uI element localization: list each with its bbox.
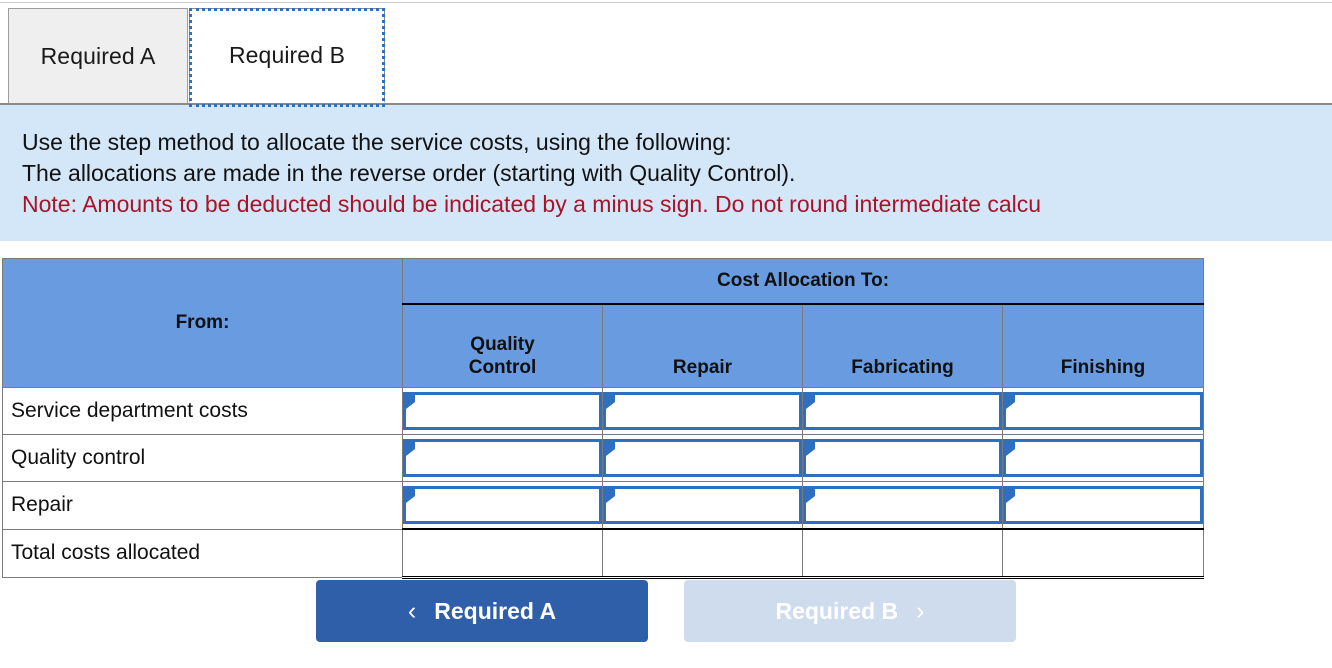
tab-required-b-label: Required B xyxy=(228,41,346,68)
header-quality-control: Quality Control xyxy=(402,303,603,388)
input-field[interactable] xyxy=(603,486,802,524)
cell-quality-control-repair[interactable] xyxy=(602,434,803,482)
next-required-b-button[interactable]: Required B › xyxy=(684,580,1016,642)
input-field[interactable] xyxy=(403,439,602,477)
cell-quality-control-quality-control[interactable] xyxy=(402,434,603,482)
table-row: Service department costs xyxy=(2,387,1205,435)
cell-service-department-costs-quality-control[interactable] xyxy=(402,387,603,435)
tab-required-a-label: Required A xyxy=(40,42,156,69)
header-fabricating: Fabricating xyxy=(802,303,1003,388)
tab-bar: Required A Required B xyxy=(0,8,1332,107)
input-field[interactable] xyxy=(403,486,602,524)
cell-total-repair xyxy=(602,528,803,579)
table-row-total: Total costs allocated xyxy=(2,528,1205,579)
cell-quality-control-fabricating[interactable] xyxy=(802,434,1003,482)
cell-repair-repair[interactable] xyxy=(602,481,803,530)
row-label-total-costs-allocated: Total costs allocated xyxy=(2,528,403,578)
tab-required-a[interactable]: Required A xyxy=(8,8,188,103)
input-field[interactable] xyxy=(603,392,802,430)
cost-allocation-table: From: Cost Allocation To: Quality Contro… xyxy=(2,258,1205,579)
cell-repair-finishing[interactable] xyxy=(1001,481,1205,530)
input-field[interactable] xyxy=(1003,486,1204,524)
cell-total-finishing xyxy=(1001,528,1205,579)
input-field[interactable] xyxy=(803,392,1002,430)
header-from: From: xyxy=(2,258,403,388)
top-divider xyxy=(0,2,1332,3)
input-field[interactable] xyxy=(803,439,1002,477)
chevron-right-icon: › xyxy=(916,596,925,625)
instruction-line-2: The allocations are made in the reverse … xyxy=(22,160,796,186)
input-field[interactable] xyxy=(803,486,1002,524)
input-field[interactable] xyxy=(403,392,602,430)
prev-required-a-label: Required A xyxy=(434,597,557,624)
cell-service-department-costs-fabricating[interactable] xyxy=(802,387,1003,435)
cell-quality-control-finishing[interactable] xyxy=(1001,434,1205,482)
instruction-line-1: Use the step method to allocate the serv… xyxy=(22,129,732,155)
prev-required-a-button[interactable]: ‹ Required A xyxy=(316,580,648,642)
instruction-note: Note: Amounts to be deducted should be i… xyxy=(22,191,1042,217)
chevron-left-icon: ‹ xyxy=(407,596,417,625)
header-quality-control-line2: Control xyxy=(468,357,537,378)
cell-repair-fabricating[interactable] xyxy=(802,481,1003,530)
table-row: Quality control xyxy=(2,434,1205,482)
cell-total-quality-control xyxy=(402,528,603,579)
header-finishing: Finishing xyxy=(1001,303,1205,388)
cell-total-fabricating xyxy=(802,528,1003,579)
row-label-repair: Repair xyxy=(2,481,403,530)
table-row: Repair xyxy=(2,481,1205,530)
instructions-panel: Use the step method to allocate the serv… xyxy=(0,105,1332,241)
input-field[interactable] xyxy=(1003,392,1204,430)
header-cost-allocation-to: Cost Allocation To: xyxy=(401,258,1205,305)
tab-required-b[interactable]: Required B xyxy=(189,8,385,103)
next-required-b-label: Required B xyxy=(775,597,899,624)
header-repair: Repair xyxy=(602,303,803,388)
row-label-quality-control: Quality control xyxy=(2,434,403,482)
cell-service-department-costs-finishing[interactable] xyxy=(1001,387,1205,435)
input-field[interactable] xyxy=(1003,439,1204,477)
input-field[interactable] xyxy=(603,439,802,477)
row-label-service-department-costs: Service department costs xyxy=(2,387,403,435)
navigation-footer: ‹ Required A Required B › xyxy=(0,580,1332,646)
cell-repair-quality-control[interactable] xyxy=(402,481,603,530)
table-header-row-group: From: Cost Allocation To: xyxy=(2,258,1205,388)
cell-service-department-costs-repair[interactable] xyxy=(602,387,803,435)
header-quality-control-line1: Quality xyxy=(470,334,535,355)
